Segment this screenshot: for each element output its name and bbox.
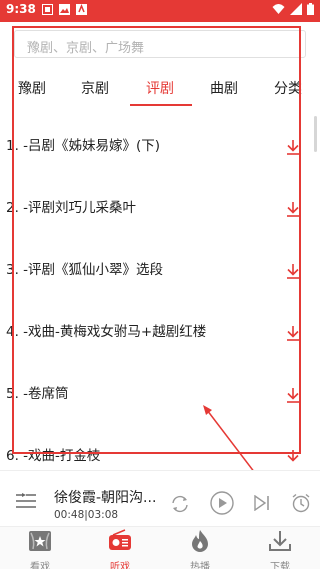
nav-listen-label: 听戏 [110, 562, 130, 569]
track-title: 1. -吕剧《姊妹易嫁》(下) [6, 138, 161, 154]
search-placeholder: 豫剧、京剧、广场舞 [27, 41, 145, 56]
track-list[interactable]: 1. -吕剧《姊妹易嫁》(下) 2. -评剧刘巧儿采桑叶 3. -评剧《狐仙小翠… [0, 112, 320, 462]
status-bar: 9:38 [0, 0, 320, 22]
now-playing-title: 徐俊霞-朝阳沟... [54, 490, 157, 506]
tab-categories[interactable]: 分类 [274, 78, 302, 98]
search-box[interactable]: 豫剧、京剧、广场舞 [14, 30, 306, 58]
wifi-icon [272, 4, 285, 14]
flame-icon [192, 530, 208, 552]
list-item[interactable]: 6. -戏曲-打金枝 [0, 424, 320, 462]
download-arrow-icon[interactable] [284, 386, 302, 404]
list-item[interactable]: 4. -戏曲-黄梅戏女驸马+越剧红楼 [0, 300, 320, 362]
download-arrow-icon[interactable] [284, 262, 302, 280]
list-item[interactable]: 5. -卷席筒 [0, 362, 320, 424]
notification-icon [42, 4, 53, 15]
track-title: 6. -戏曲-打金枝 [6, 448, 101, 462]
player-bar[interactable]: 徐俊霞-朝阳沟... 00:48|03:08 [0, 470, 320, 526]
list-item[interactable]: 3. -评剧《狐仙小翠》选段 [0, 238, 320, 300]
active-tab-indicator [130, 104, 192, 106]
theater-icon [29, 531, 51, 551]
playback-time: 00:48|03:08 [54, 509, 119, 521]
timer-icon[interactable] [291, 493, 311, 513]
download-arrow-icon[interactable] [284, 138, 302, 156]
nav-watch-label: 看戏 [30, 562, 50, 569]
list-item[interactable]: 2. -评剧刘巧儿采桑叶 [0, 176, 320, 238]
battery-icon [307, 3, 314, 15]
radio-icon [109, 529, 131, 550]
image-icon [59, 4, 70, 15]
tab-pingju[interactable]: 评剧 [146, 78, 174, 98]
status-time: 9:38 [6, 2, 36, 16]
nav-hot-label: 热播 [190, 562, 210, 569]
track-title: 2. -评剧刘巧儿采桑叶 [6, 200, 137, 216]
track-title: 4. -戏曲-黄梅戏女驸马+越剧红楼 [6, 324, 207, 340]
track-title: 5. -卷席筒 [6, 386, 69, 402]
nav-download[interactable]: 下载 [250, 529, 310, 569]
bottom-nav: 看戏 听戏 热播 下载 [0, 526, 320, 569]
tab-jingju[interactable]: 京剧 [81, 78, 109, 98]
list-item[interactable]: 1. -吕剧《姊妹易嫁》(下) [0, 114, 320, 176]
nav-hot[interactable]: 热播 [170, 529, 230, 569]
playlist-icon[interactable] [16, 493, 36, 509]
next-icon[interactable] [253, 495, 271, 511]
text-icon [76, 4, 87, 15]
download-arrow-icon[interactable] [284, 324, 302, 342]
signal-icon [290, 3, 302, 15]
nav-download-label: 下载 [270, 562, 290, 569]
download-arrow-icon[interactable] [284, 200, 302, 218]
tab-yuju[interactable]: 豫剧 [18, 78, 46, 98]
tab-quju[interactable]: 曲剧 [210, 78, 238, 98]
repeat-icon[interactable] [170, 495, 190, 513]
download-icon [269, 531, 291, 551]
play-icon[interactable] [210, 491, 234, 515]
track-title: 3. -评剧《狐仙小翠》选段 [6, 262, 164, 278]
nav-listen[interactable]: 听戏 [90, 529, 150, 569]
download-arrow-icon[interactable] [284, 448, 302, 462]
nav-watch[interactable]: 看戏 [10, 529, 70, 569]
scrollbar[interactable] [314, 116, 317, 152]
